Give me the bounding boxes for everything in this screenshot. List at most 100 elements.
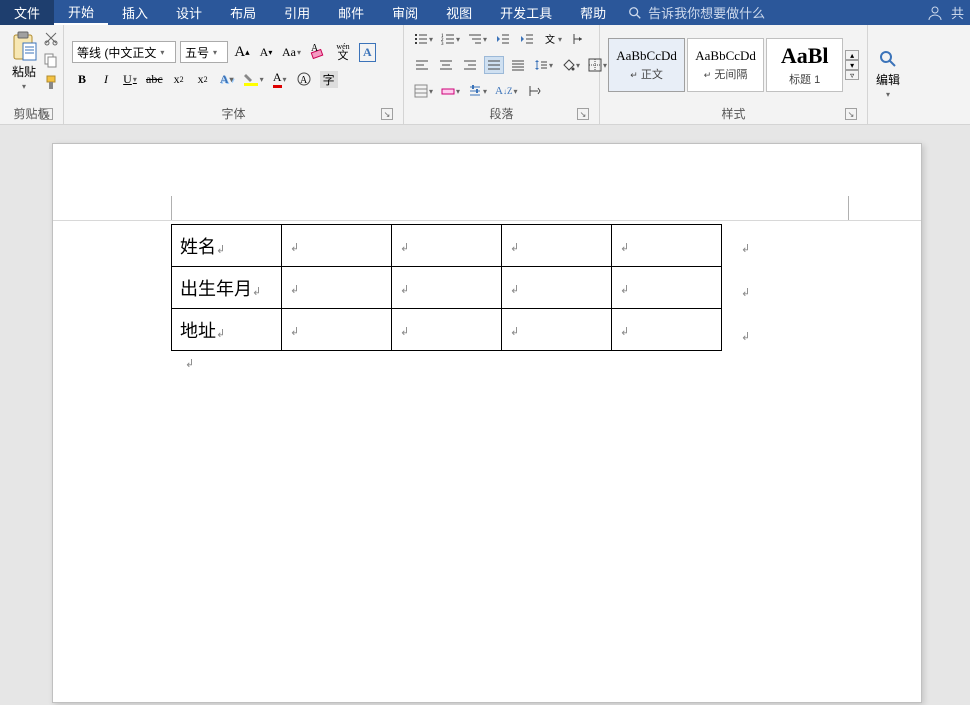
subscript-button[interactable]: x2 [169, 69, 189, 89]
tab-mail[interactable]: 邮件 [324, 0, 378, 25]
snap-to-grid-button[interactable] [412, 81, 435, 101]
table-cell[interactable]: ↲ [612, 225, 722, 267]
character-border-button[interactable]: A [357, 42, 378, 62]
scissors-icon [43, 30, 59, 46]
font-family-combo[interactable]: 等线 (中文正文▾ [72, 41, 176, 63]
highlight-button[interactable] [241, 69, 266, 89]
share-button[interactable]: 共 [951, 3, 964, 22]
superscript-button[interactable]: x2 [193, 69, 213, 89]
italic-button[interactable]: I [96, 69, 116, 89]
table-cell[interactable]: ↲ [502, 309, 612, 351]
tab-layout[interactable]: 布局 [216, 0, 270, 25]
document-table[interactable]: 姓名↲ ↲ ↲ ↲ ↲ 出生年月↲ ↲ ↲ ↲ ↲ 地址↲ ↲ ↲ ↲ ↲ [171, 224, 722, 351]
tab-help[interactable]: 帮助 [566, 0, 620, 25]
font-color-button[interactable]: A [270, 69, 290, 89]
show-marks-button[interactable] [568, 29, 588, 49]
tab-review[interactable]: 审阅 [378, 0, 432, 25]
find-icon [878, 49, 898, 69]
ruler-button[interactable] [439, 81, 462, 101]
strikethrough-button[interactable]: abc [144, 69, 165, 89]
group-editing: 编辑 ▾ [868, 25, 918, 124]
cut-button[interactable] [42, 29, 60, 47]
align-center-icon [439, 58, 453, 72]
table-cell[interactable]: ↲ [392, 309, 502, 351]
sort-button[interactable]: A↓Z [493, 81, 519, 101]
page[interactable]: 姓名↲ ↲ ↲ ↲ ↲ 出生年月↲ ↲ ↲ ↲ ↲ 地址↲ ↲ ↲ ↲ ↲ ↲ [52, 143, 922, 703]
grid-icon [414, 84, 428, 98]
tab-devtools[interactable]: 开发工具 [486, 0, 566, 25]
styles-group-label: 样式↘ [608, 101, 859, 122]
bold-button[interactable]: B [72, 69, 92, 89]
font-size-combo[interactable]: 五号▾ [180, 41, 228, 63]
increase-indent-button[interactable] [517, 29, 537, 49]
show-all-button[interactable] [524, 81, 544, 101]
change-case-button[interactable]: Aa [280, 42, 303, 62]
styles-dialog-launcher[interactable]: ↘ [845, 108, 857, 120]
paragraph-dialog-launcher[interactable]: ↘ [577, 108, 589, 120]
table-cell[interactable]: ↲ [392, 225, 502, 267]
align-center-button[interactable] [436, 56, 456, 74]
align-left-button[interactable] [412, 56, 432, 74]
table-cell[interactable]: ↲ [282, 309, 392, 351]
paste-button[interactable]: 粘贴 ▾ [8, 29, 40, 93]
table-row[interactable]: 姓名↲ ↲ ↲ ↲ ↲ [172, 225, 722, 267]
asian-layout-button[interactable]: 文 [541, 29, 564, 49]
svg-text:3: 3 [441, 42, 444, 46]
table-cell[interactable]: ↲ [282, 267, 392, 309]
format-painter-button[interactable] [42, 73, 60, 91]
table-cell[interactable]: 出生年月↲ [172, 267, 282, 309]
phonetic-guide-button[interactable]: wén文 [333, 42, 353, 62]
align-distributed-button[interactable] [508, 56, 528, 74]
table-row[interactable]: 地址↲ ↲ ↲ ↲ ↲ [172, 309, 722, 351]
ribbon: 粘贴 ▾ 剪贴板↘ 等线 (中文正文▾ 五号▾ A▴ A▾ Aa A [0, 25, 970, 125]
align-justify-button[interactable] [484, 56, 504, 74]
decrease-indent-button[interactable] [493, 29, 513, 49]
clear-formatting-button[interactable]: A [307, 42, 329, 62]
tab-home[interactable]: 开始 [54, 0, 108, 25]
multilevel-list-button[interactable] [466, 29, 489, 49]
tab-view[interactable]: 视图 [432, 0, 486, 25]
styles-gallery-more[interactable]: ▴▾▿ [845, 48, 859, 82]
group-paragraph: 123 文 [404, 25, 600, 124]
align-right-button[interactable] [460, 56, 480, 74]
tab-design[interactable]: 设计 [162, 0, 216, 25]
multilevel-icon [468, 32, 482, 46]
shrink-font-button[interactable]: A▾ [256, 42, 276, 62]
align-right-icon [463, 58, 477, 72]
style-normal[interactable]: AaBbCcDd ↵ 正文 [608, 38, 685, 92]
font-dialog-launcher[interactable]: ↘ [381, 108, 393, 120]
table-cell[interactable]: ↲ [502, 267, 612, 309]
table-cell[interactable]: ↲ [392, 267, 502, 309]
table-cell[interactable]: 地址↲ [172, 309, 282, 351]
highlight-icon [243, 71, 259, 87]
table-cell[interactable]: ↲ [282, 225, 392, 267]
tell-me-search[interactable]: 告诉我你想要做什么 [628, 0, 765, 25]
table-cell[interactable]: ↲ [612, 267, 722, 309]
tabs-right: 共 [919, 0, 970, 25]
style-no-spacing[interactable]: AaBbCcDd ↵ 无间隔 [687, 38, 764, 92]
text-effects-button[interactable]: A [217, 69, 237, 89]
table-cell[interactable]: ↲ [612, 309, 722, 351]
enclose-characters-button[interactable]: A [294, 69, 314, 89]
line-spacing-button[interactable] [532, 55, 555, 75]
bullets-button[interactable] [412, 29, 435, 49]
editing-button[interactable]: 编辑 ▾ [876, 49, 900, 99]
character-shading-button[interactable]: 字 [318, 69, 340, 89]
user-icon[interactable] [927, 5, 943, 21]
style-heading-1[interactable]: AaBl 标题 1 [766, 38, 843, 92]
tab-insert[interactable]: 插入 [108, 0, 162, 25]
table-cell[interactable]: ↲ [502, 225, 612, 267]
document-area[interactable]: 姓名↲ ↲ ↲ ↲ ↲ 出生年月↲ ↲ ↲ ↲ ↲ 地址↲ ↲ ↲ ↲ ↲ ↲ [0, 125, 970, 705]
paragraph-settings-button[interactable] [466, 81, 489, 101]
copy-button[interactable] [42, 51, 60, 69]
clipboard-dialog-launcher[interactable]: ↘ [41, 108, 53, 120]
table-row[interactable]: 出生年月↲ ↲ ↲ ↲ ↲ [172, 267, 722, 309]
numbering-button[interactable]: 123 [439, 29, 462, 49]
shading-button[interactable] [559, 55, 582, 75]
tab-references[interactable]: 引用 [270, 0, 324, 25]
bullets-icon [414, 32, 428, 46]
table-cell[interactable]: 姓名↲ [172, 225, 282, 267]
tab-file[interactable]: 文件 [0, 0, 54, 25]
grow-font-button[interactable]: A▴ [232, 42, 252, 62]
underline-button[interactable]: U [120, 69, 140, 89]
